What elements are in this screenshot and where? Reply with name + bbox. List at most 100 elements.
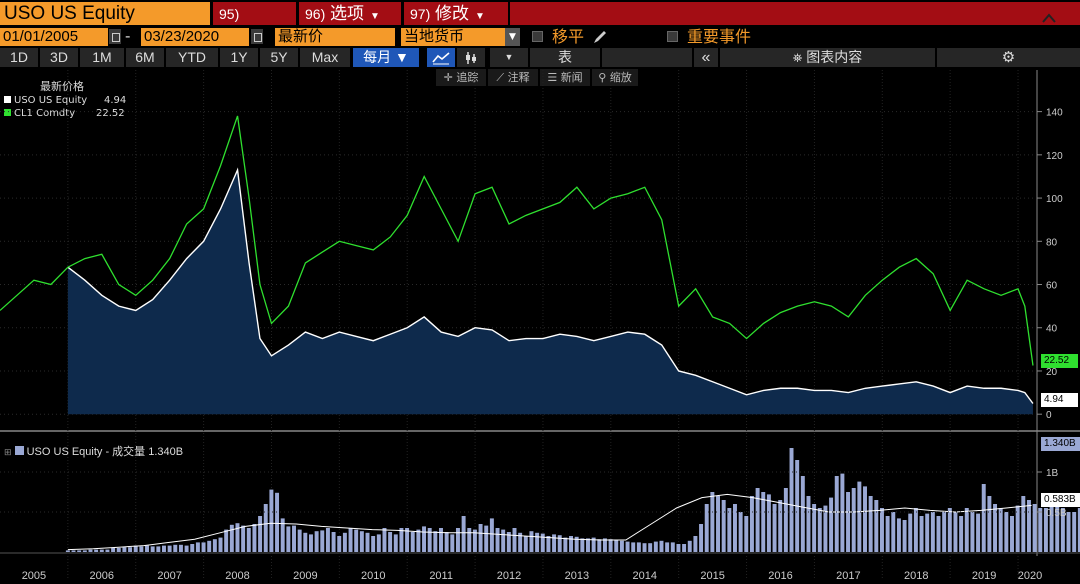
volume-bar [868,496,873,552]
volume-bar [998,508,1003,552]
volume-bar [597,539,602,552]
volume-bar [190,544,195,552]
volume-bar [105,549,110,552]
volume-bar [529,531,534,552]
volume-bar [902,520,907,552]
volume-bar [716,496,720,552]
volume-bar [371,536,376,552]
volume-bar [710,492,715,552]
volume-bar [269,489,274,552]
volume-bar [806,496,811,552]
volume-bar [749,496,754,552]
volume-bar [365,532,370,552]
volume-bar [122,547,127,552]
volume-bar [128,547,133,552]
volume-bar [1026,500,1031,552]
volume-bar [631,542,636,552]
volume-legend: ⊞ USO US Equity - 成交量 1.340B [4,443,183,459]
volume-bar [1015,505,1020,552]
volume-bar [693,536,698,552]
volume-bar [82,550,87,552]
volume-bar [1038,508,1043,552]
y-tick-label: 60 [1046,281,1058,292]
volume-bar [891,512,896,552]
volume-bar [71,550,76,552]
volume-bar [161,545,166,552]
volume-bar [829,497,834,552]
volume-bar [461,516,466,552]
volume-bar [382,528,387,552]
volume-bar [450,534,455,552]
volume-bar [778,500,783,552]
volume-bar [342,532,347,552]
x-tick-label: 2010 [361,570,385,582]
volume-bar [156,546,161,552]
volume-bar [241,525,246,552]
volume-swatch [14,446,24,455]
y-tick-label: 120 [1046,151,1063,162]
volume-bar [416,529,421,552]
volume-bar [224,529,229,552]
volume-bar [173,544,178,552]
volume-bar [212,539,217,552]
volume-bar [354,529,359,552]
volume-bar [1010,516,1014,552]
volume-bar [699,524,704,552]
volume-bar [439,528,443,552]
volume-bar [676,544,681,552]
volume-bar [959,516,964,552]
volume-bar [586,538,590,552]
volume-bar [184,545,189,552]
volume-bar [484,525,489,552]
volume-bar [896,518,901,552]
volume-bar [422,526,427,552]
volume-bar [111,548,116,552]
volume-bar [936,516,941,552]
volume-bar [863,486,867,552]
volume-bar [653,541,658,552]
y-tick-label: 80 [1046,237,1058,248]
chart-canvas: 0 20 40 60 80 100 120 140 0.5B 1B 2005 2006 2007 2008… [0,70,1080,582]
volume-last-badge: 1.340B [1041,437,1080,451]
volume-bar [201,542,206,552]
volume-bar [772,504,777,552]
volume-bar [427,528,432,552]
volume-bar [614,540,619,552]
volume-bar [721,500,726,552]
volume-bar [919,516,924,552]
volume-bar [393,534,398,552]
volume-bar [665,542,670,552]
volume-bar [857,481,862,552]
volume-bar [150,546,155,552]
volume-bar [1072,512,1077,552]
volume-bar [478,524,483,552]
expand-icon[interactable]: ⊞ [4,447,12,457]
x-tick-label: 2011 [429,570,453,582]
volume-bar [885,516,890,552]
volume-bar [535,532,540,552]
volume-tick-label: 1B [1046,468,1059,479]
volume-bar [879,508,884,552]
volume-bar [410,532,415,552]
volume-bar [970,512,975,552]
volume-bar [1004,512,1009,552]
volume-bar [320,530,325,552]
volume-bar [682,544,687,552]
volume-bar [286,526,291,552]
volume-bar [619,540,624,552]
volume-bar [145,545,149,552]
volume-bar [292,525,296,552]
volume-bar [766,494,771,552]
volume-bar [851,488,856,552]
volume-bar [964,508,969,552]
volume-bar [501,529,506,552]
volume-bar [552,534,557,552]
volume-bar [727,508,732,552]
volume-bar [636,542,641,552]
volume-bar [388,532,393,552]
volume-bar [275,492,280,552]
volume-bar [1021,496,1026,552]
y-tick-label: 20 [1046,367,1058,378]
volume-bar [981,484,986,552]
volume-bar [65,550,70,552]
